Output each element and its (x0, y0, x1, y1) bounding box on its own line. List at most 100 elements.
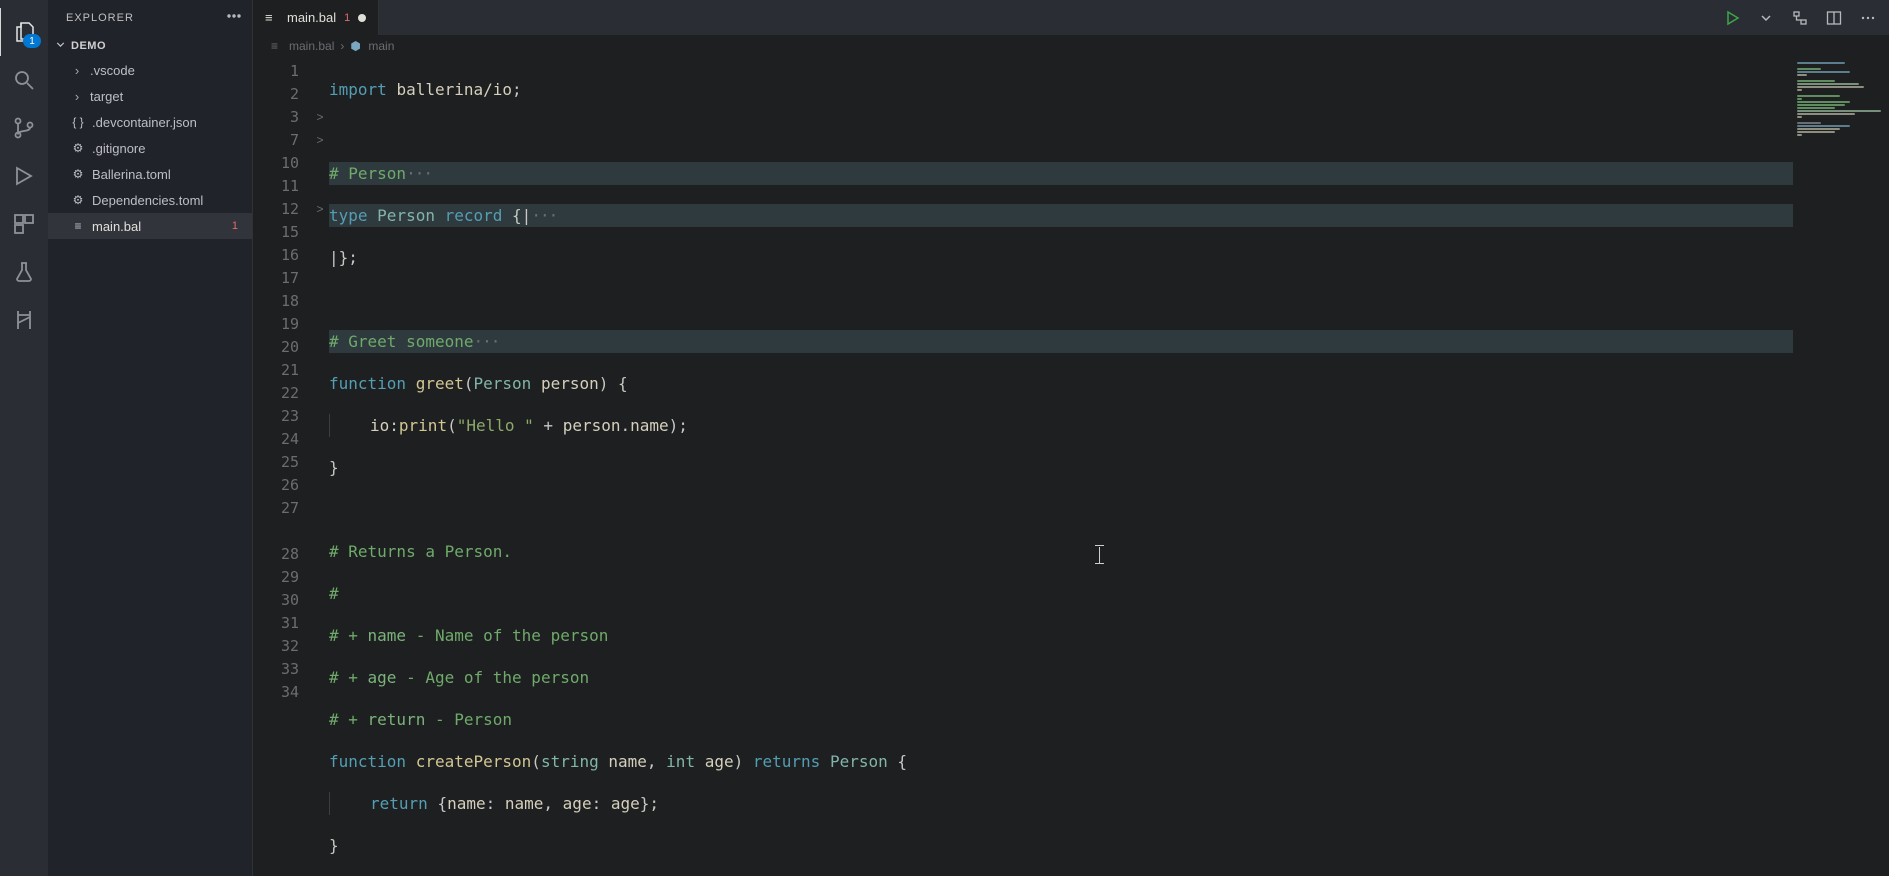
file-icon: ≡ (265, 10, 279, 25)
line-number: 32 (253, 634, 311, 657)
file-icon: ≡ (70, 219, 86, 233)
file-tree: ›.vscode ›target { }.devcontainer.json ⚙… (48, 57, 252, 876)
extensions-icon (12, 212, 36, 236)
tree-label: .vscode (90, 63, 135, 78)
line-number: 20 (253, 335, 311, 358)
tab-label: main.bal (287, 10, 336, 25)
fold-mark (311, 289, 329, 312)
code-line: return {name: name, age: age}; (329, 792, 1793, 815)
fold-mark (311, 404, 329, 427)
tree-label: main.bal (92, 219, 141, 234)
run-button[interactable] (1721, 7, 1743, 29)
activity-testing[interactable] (0, 248, 48, 296)
fold-mark (311, 82, 329, 105)
code-area[interactable]: import ballerina/io; # Person··· type Pe… (329, 57, 1793, 876)
tree-label: .gitignore (92, 141, 145, 156)
tree-item-gitignore[interactable]: ⚙.gitignore (48, 135, 252, 161)
diagram-icon (1792, 10, 1808, 26)
line-number: 18 (253, 289, 311, 312)
activity-bar: 1 (0, 0, 48, 876)
chevron-down-icon (54, 38, 67, 54)
activity-extensions[interactable] (0, 200, 48, 248)
fold-mark (311, 588, 329, 611)
line-number: 27 (253, 496, 311, 519)
gear-icon: ⚙ (70, 167, 86, 181)
activity-explorer[interactable]: 1 (0, 8, 49, 56)
fold-mark (311, 634, 329, 657)
line-number: 25 (253, 450, 311, 473)
tree-item-ballerina-toml[interactable]: ⚙Ballerina.toml (48, 161, 252, 187)
code-line: function createPerson(string name, int a… (329, 750, 1793, 773)
explorer-sidebar: EXPLORER DEMO ›.vscode ›target { }.devco… (48, 0, 253, 876)
fold-mark (311, 611, 329, 634)
ellipsis-icon (1860, 10, 1876, 26)
line-number: 10 (253, 151, 311, 174)
tab-main-bal[interactable]: ≡ main.bal 1 (253, 0, 379, 35)
activity-run-debug[interactable] (0, 152, 48, 200)
app-root: 1 EXPLORER DEMO (0, 0, 1889, 876)
line-number: 12 (253, 197, 311, 220)
line-number: 16 (253, 243, 311, 266)
fold-mark (311, 565, 329, 588)
activity-badge: 1 (23, 34, 41, 48)
chevron-right-icon: › (70, 89, 84, 104)
activity-ballerina[interactable] (0, 296, 48, 344)
chevron-down-icon (1758, 10, 1774, 26)
tree-item-main-bal[interactable]: ≡main.bal1 (48, 213, 252, 239)
split-icon (1826, 10, 1842, 26)
line-number: 23 (253, 404, 311, 427)
line-number: 3 (253, 105, 311, 128)
diagram-button[interactable] (1789, 7, 1811, 29)
line-number: 26 (253, 473, 311, 496)
editor-main: ≡ main.bal 1 ≡main.bal › ⬢main 1 2 (253, 0, 1889, 876)
tab-dirty-dot (358, 14, 366, 22)
tree-item-devcontainer[interactable]: { }.devcontainer.json (48, 109, 252, 135)
line-number: 30 (253, 588, 311, 611)
line-number: 31 (253, 611, 311, 634)
code-editor[interactable]: 1 2 3 7 10 11 12 15 16 17 18 19 20 21 22… (253, 57, 1889, 876)
explorer-section[interactable]: DEMO (48, 35, 252, 57)
line-number: 19 (253, 312, 311, 335)
section-label: DEMO (71, 40, 106, 52)
breadcrumb-file[interactable]: ≡main.bal (271, 39, 334, 53)
activity-search[interactable] (0, 56, 48, 104)
editor-title-actions (1711, 0, 1889, 35)
fold-mark (311, 151, 329, 174)
mouse-ibeam-icon-cap (1095, 545, 1104, 546)
more-actions-button[interactable] (1857, 7, 1879, 29)
split-editor-button[interactable] (1823, 7, 1845, 29)
code-line: # Greet someone··· (329, 330, 1793, 353)
line-number: 7 (253, 128, 311, 151)
code-line: type Person record {|··· (329, 204, 1793, 227)
line-number (253, 519, 311, 542)
fold-toggle[interactable]: > (311, 128, 329, 151)
flask-icon (12, 260, 36, 284)
line-number: 21 (253, 358, 311, 381)
fold-toggle[interactable]: > (311, 197, 329, 220)
line-number: 17 (253, 266, 311, 289)
explorer-header: EXPLORER (48, 0, 252, 35)
tree-item-target-folder[interactable]: ›target (48, 83, 252, 109)
tree-item-dependencies-toml[interactable]: ⚙Dependencies.toml (48, 187, 252, 213)
breadcrumb-label: main.bal (289, 39, 334, 53)
line-number-gutter: 1 2 3 7 10 11 12 15 16 17 18 19 20 21 22… (253, 57, 311, 876)
fold-mark (311, 312, 329, 335)
fold-mark (311, 381, 329, 404)
fold-mark (311, 496, 329, 519)
line-number: 33 (253, 657, 311, 680)
json-icon: { } (70, 115, 86, 129)
activity-source-control[interactable] (0, 104, 48, 152)
fold-mark (311, 542, 329, 565)
breadcrumb-symbol[interactable]: ⬢main (350, 39, 394, 53)
search-icon (12, 68, 36, 92)
run-dropdown[interactable] (1755, 7, 1777, 29)
gear-icon: ⚙ (70, 193, 86, 207)
tree-item-vscode-folder[interactable]: ›.vscode (48, 57, 252, 83)
fold-mark (311, 266, 329, 289)
ellipsis-icon (226, 8, 242, 24)
fold-toggle[interactable]: > (311, 105, 329, 128)
explorer-more[interactable] (226, 8, 242, 27)
minimap[interactable] (1793, 57, 1889, 876)
mouse-ibeam-icon-cap (1095, 563, 1104, 564)
fold-mark (311, 358, 329, 381)
